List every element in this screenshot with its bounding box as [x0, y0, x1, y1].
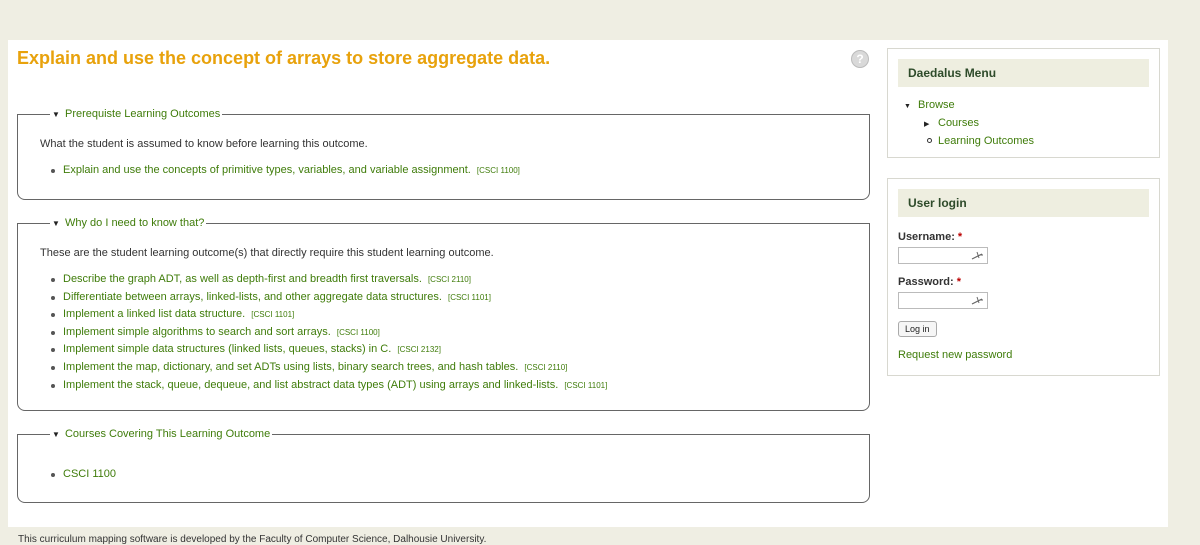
outcome-link[interactable]: Implement simple data structures (linked… [63, 343, 391, 355]
outcome-link[interactable]: Implement the stack, queue, dequeue, and… [63, 379, 558, 391]
why-legend-label: Why do I need to know that? [64, 217, 205, 229]
courses-legend-label: Courses Covering This Learning Outcome [64, 428, 271, 440]
login-button[interactable]: Log in [898, 321, 937, 337]
footer-text: This curriculum mapping software is deve… [18, 534, 487, 545]
list-item: Implement a linked list data structure. … [40, 308, 847, 320]
course-code: [CSCI 2110] [524, 362, 568, 372]
list-item: Implement simple data structures (linked… [40, 343, 847, 355]
prereq-fieldset: ▼ Prerequiste Learning Outcomes What the… [17, 108, 870, 200]
triangle-down-icon: ▼ [904, 103, 911, 110]
courses-list: CSCI 1100 [40, 468, 847, 480]
outcome-link[interactable]: Implement simple algorithms to search an… [63, 326, 331, 338]
menu-item-browse: ▼ Browse ▶ Courses Learning Outcomes [904, 97, 1159, 149]
username-label-text: Username: [898, 231, 955, 243]
daedalus-menu: ▼ Browse ▶ Courses Learning Outcomes [904, 97, 1159, 149]
help-icon[interactable]: ? [851, 50, 869, 68]
main-page: Explain and use the concept of arrays to… [8, 40, 1168, 527]
menu-item-courses: ▶ Courses [924, 115, 1159, 133]
outcome-link[interactable]: Explain and use the concepts of primitiv… [63, 164, 471, 176]
list-item: Explain and use the concepts of primitiv… [40, 164, 847, 176]
course-code: [CSCI 1101] [251, 310, 295, 320]
login-form: Username: * Password: * Log in Request n… [898, 231, 1159, 361]
course-code: [CSCI 1101] [447, 292, 491, 302]
course-code: [CSCI 1101] [564, 380, 608, 390]
page-title: Explain and use the concept of arrays to… [17, 48, 551, 68]
why-fieldset: ▼ Why do I need to know that? These are … [17, 217, 870, 411]
courses-legend[interactable]: ▼ Courses Covering This Learning Outcome [50, 428, 272, 440]
circle-bullet-icon [927, 138, 932, 144]
menu-block-title: Daedalus Menu [898, 59, 1149, 87]
outcome-link[interactable]: Implement a linked list data structure. [63, 308, 245, 320]
course-code: [CSCI 2110] [427, 275, 471, 284]
list-item: CSCI 1100 [40, 468, 847, 480]
learning-outcomes-link[interactable]: Learning Outcomes [938, 135, 1034, 147]
list-item: Implement simple algorithms to search an… [40, 326, 847, 338]
required-mark: * [956, 276, 961, 288]
outcome-link[interactable]: Differentiate between arrays, linked-lis… [63, 291, 442, 303]
prereq-legend-label: Prerequiste Learning Outcomes [64, 108, 221, 120]
list-item: Implement the stack, queue, dequeue, and… [40, 379, 847, 391]
triangle-down-icon: ▼ [52, 430, 60, 439]
course-code: [CSCI 1100] [476, 166, 520, 175]
outcome-link[interactable]: Describe the graph ADT, as well as depth… [63, 273, 422, 285]
prereq-legend[interactable]: ▼ Prerequiste Learning Outcomes [50, 108, 222, 120]
course-code: [CSCI 2132] [397, 345, 441, 355]
browse-submenu: ▶ Courses Learning Outcomes [924, 115, 1159, 149]
triangle-down-icon: ▼ [52, 219, 60, 228]
triangle-right-icon: ▶ [924, 121, 930, 128]
prereq-list: Explain and use the concepts of primitiv… [40, 164, 847, 176]
course-link[interactable]: CSCI 1100 [63, 468, 116, 480]
user-login-block: User login Username: * Password: * Log i… [887, 178, 1160, 376]
username-field[interactable] [898, 247, 988, 264]
password-label: Password: * [898, 276, 1159, 288]
daedalus-menu-block: Daedalus Menu ▼ Browse ▶ Courses Learning … [887, 48, 1160, 158]
list-item: Differentiate between arrays, linked-lis… [40, 291, 847, 303]
prereq-description: What the student is assumed to know befo… [40, 138, 368, 150]
why-legend[interactable]: ▼ Why do I need to know that? [50, 217, 206, 229]
list-item: Describe the graph ADT, as well as depth… [40, 273, 847, 285]
list-item: Implement the map, dictionary, and set A… [40, 361, 847, 373]
password-label-text: Password: [898, 276, 954, 288]
triangle-down-icon: ▼ [52, 110, 60, 119]
password-field[interactable] [898, 292, 988, 309]
key-icon[interactable] [970, 250, 984, 262]
menu-item-learning-outcomes: Learning Outcomes [924, 133, 1159, 149]
why-description: These are the student learning outcome(s… [40, 247, 494, 259]
outcome-link[interactable]: Implement the map, dictionary, and set A… [63, 361, 518, 373]
course-code: [CSCI 1100] [336, 327, 380, 337]
username-label: Username: * [898, 231, 1159, 243]
browse-link[interactable]: Browse [918, 99, 955, 111]
request-password-link[interactable]: Request new password [898, 349, 1159, 361]
why-list: Describe the graph ADT, as well as depth… [40, 273, 847, 391]
courses-fieldset: ▼ Courses Covering This Learning Outcome… [17, 428, 870, 503]
login-block-title: User login [898, 189, 1149, 217]
key-icon[interactable] [970, 295, 984, 307]
required-mark: * [957, 231, 963, 243]
courses-link[interactable]: Courses [938, 117, 979, 129]
